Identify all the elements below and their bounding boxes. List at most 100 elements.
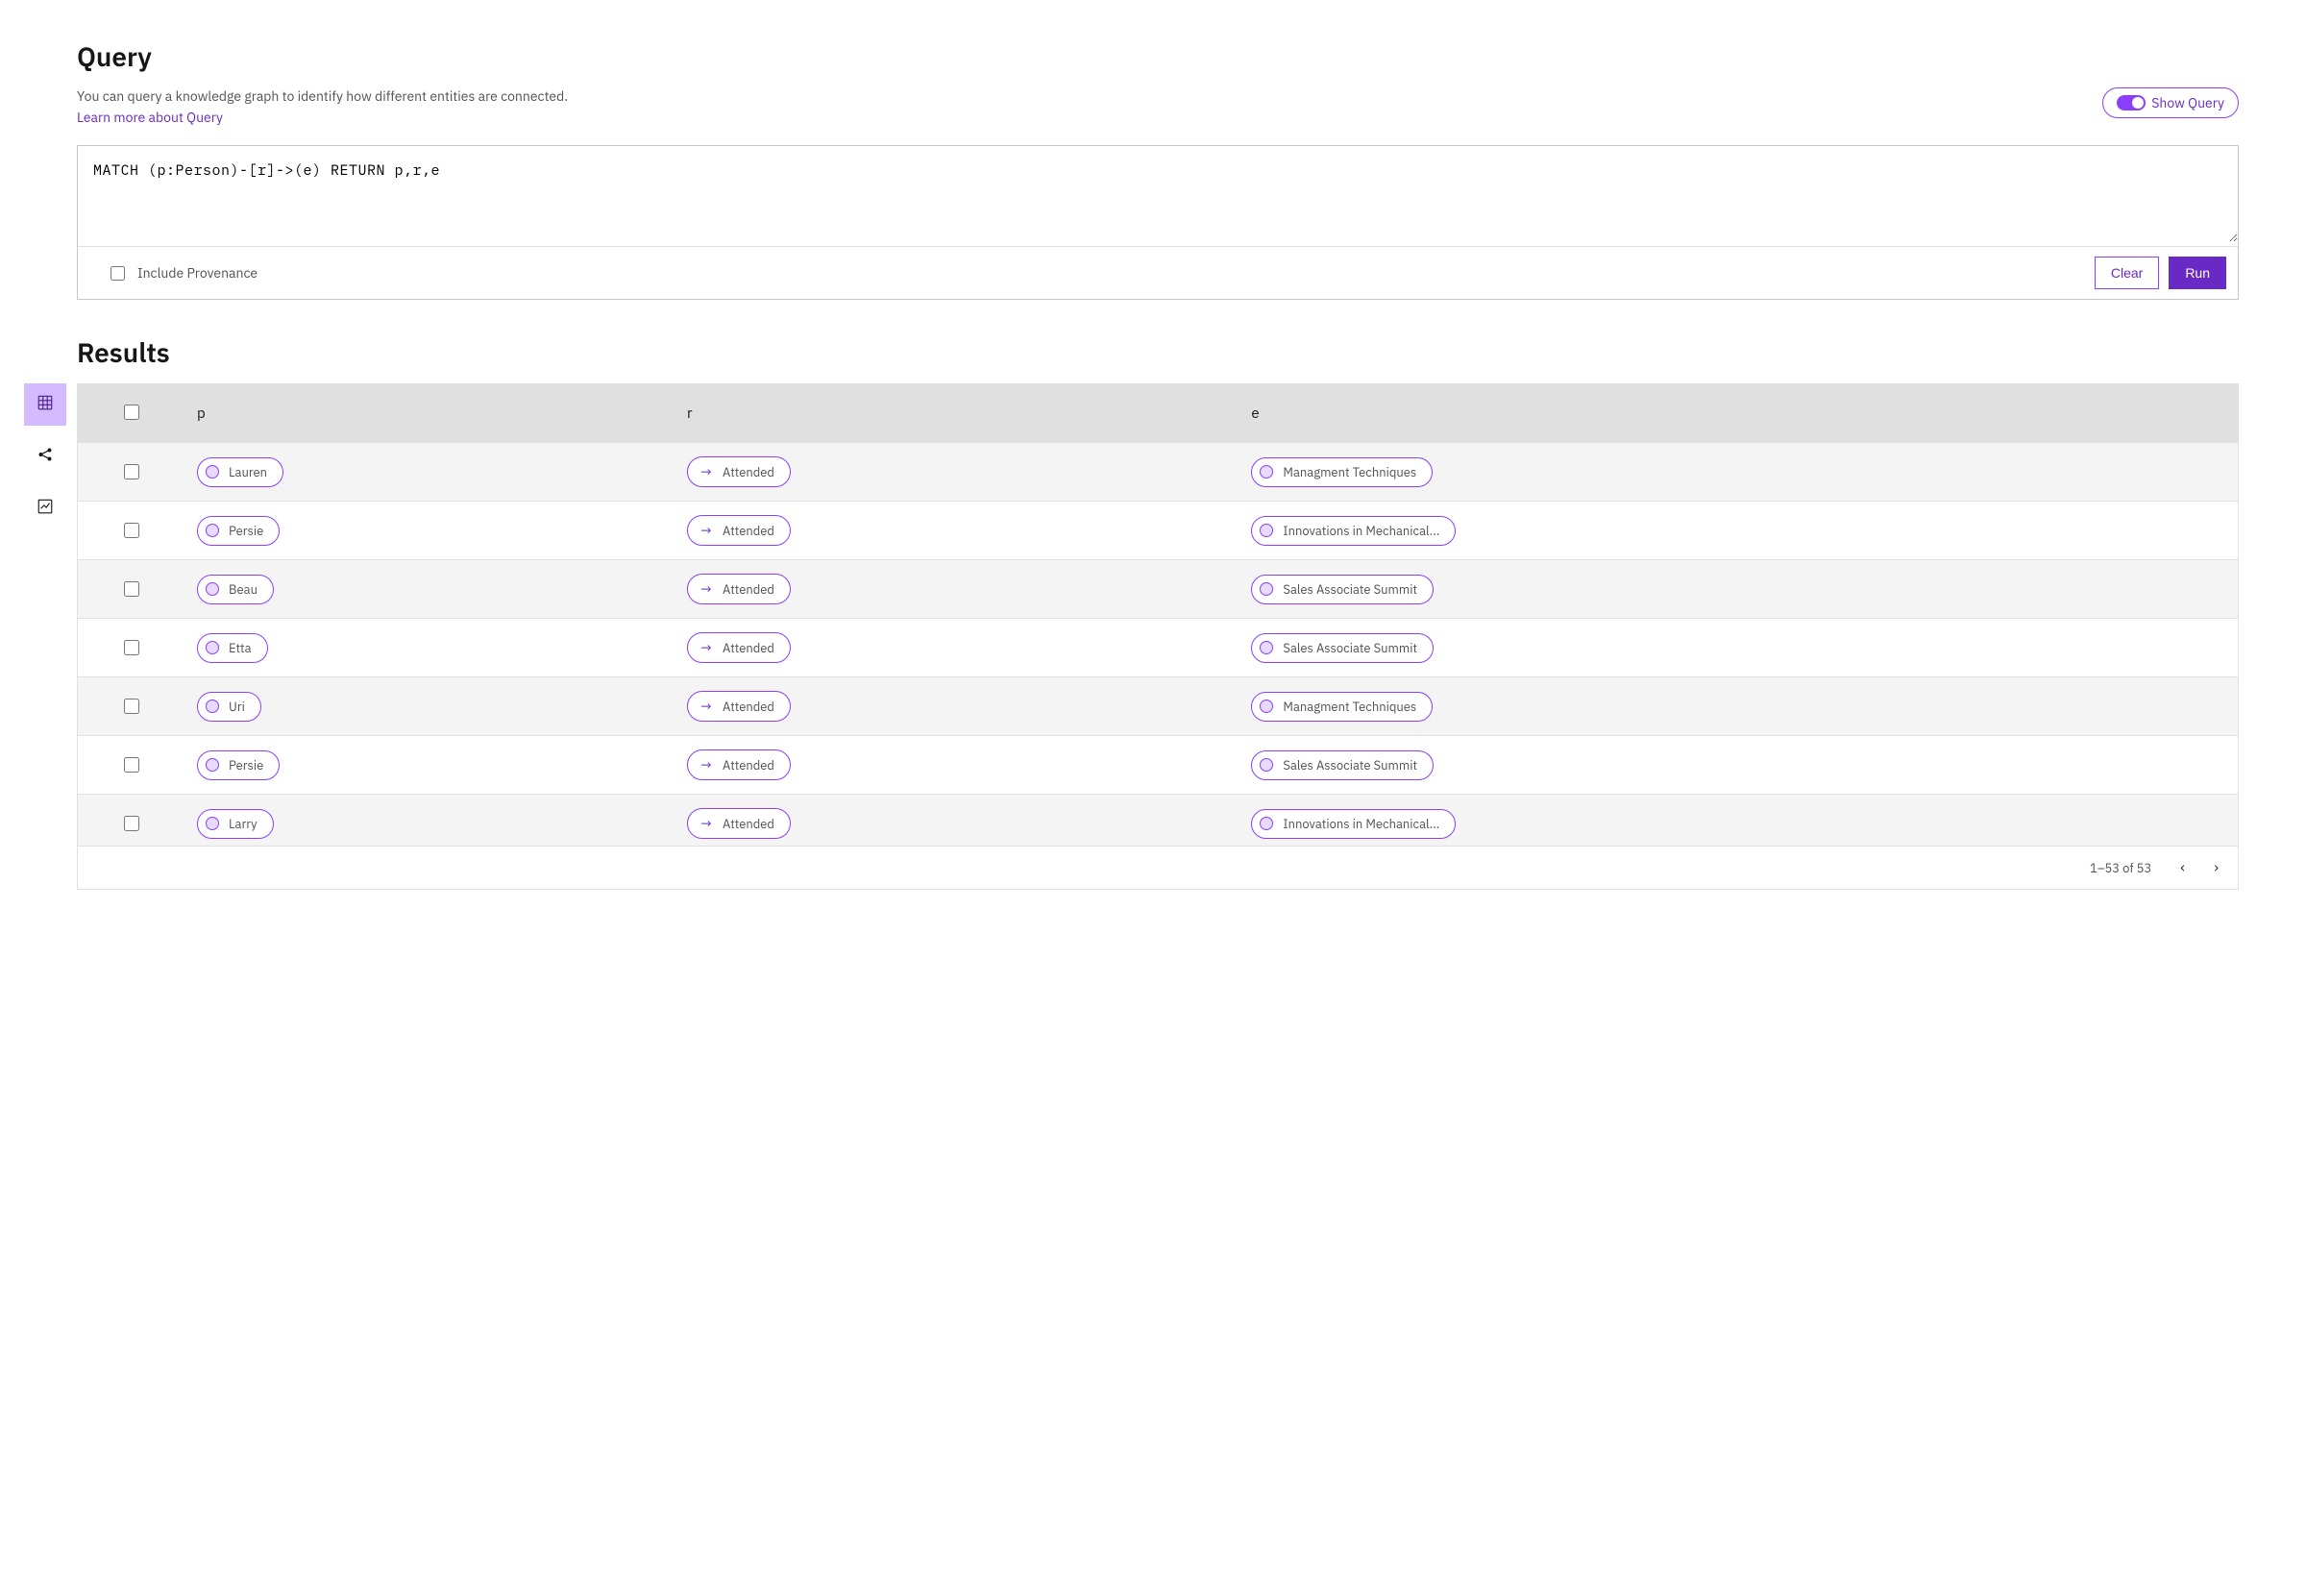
arrow-right-icon: → [699, 580, 713, 598]
relation-chip[interactable]: → Attended [687, 632, 791, 663]
select-all-checkbox[interactable] [124, 405, 139, 420]
include-provenance-input[interactable] [110, 266, 125, 281]
arrow-right-icon: → [699, 639, 713, 656]
entity-chip-event[interactable]: Sales Associate Summit [1251, 575, 1434, 604]
chip-label: Lauren [229, 464, 267, 480]
chip-label: Attended [723, 640, 774, 656]
chip-label: Sales Associate Summit [1283, 581, 1417, 598]
table-icon [37, 394, 54, 415]
show-query-toggle[interactable]: Show Query [2102, 87, 2239, 118]
entity-chip-person[interactable]: Persie [197, 750, 280, 780]
include-provenance-label: Include Provenance [137, 264, 258, 282]
entity-chip-person[interactable]: Lauren [197, 457, 283, 487]
row-checkbox[interactable] [124, 816, 139, 831]
chip-label: Persie [229, 523, 263, 539]
chip-label: Attended [723, 816, 774, 832]
entity-dot-icon [1260, 758, 1273, 772]
toggle-on-icon [2117, 95, 2146, 110]
table-row: Persie → Attended Innovations in Mechanical… [78, 502, 2238, 560]
table-row: Etta → Attended Sales Associate Summit [78, 619, 2238, 677]
row-checkbox[interactable] [124, 581, 139, 597]
chip-label: Attended [723, 581, 774, 598]
chip-label: Attended [723, 464, 774, 480]
chart-view-button[interactable] [24, 487, 66, 529]
entity-chip-person[interactable]: Uri [197, 692, 261, 722]
entity-chip-event[interactable]: Innovations in Mechanical... [1251, 809, 1456, 839]
entity-dot-icon [1260, 582, 1273, 596]
arrow-right-icon: → [699, 815, 713, 832]
arrow-right-icon: → [699, 698, 713, 715]
entity-chip-person[interactable]: Persie [197, 516, 280, 546]
relation-chip[interactable]: → Attended [687, 691, 791, 722]
show-query-label: Show Query [2151, 94, 2224, 111]
row-checkbox[interactable] [124, 699, 139, 714]
graph-icon [37, 446, 54, 467]
next-page-button[interactable]: › [2214, 858, 2219, 877]
relation-chip[interactable]: → Attended [687, 574, 791, 604]
entity-dot-icon [206, 817, 219, 830]
entity-chip-event[interactable]: Managment Techniques [1251, 457, 1433, 487]
relation-chip[interactable]: → Attended [687, 515, 791, 546]
chip-label: Persie [229, 757, 263, 773]
table-row: Persie → Attended Sales Associate Summit [78, 736, 2238, 795]
learn-more-link[interactable]: Learn more about Query [77, 109, 223, 126]
table-row: Uri → Attended Managment Techniques [78, 677, 2238, 736]
chip-label: Etta [229, 640, 252, 656]
chip-label: Sales Associate Summit [1283, 757, 1417, 773]
clear-button[interactable]: Clear [2095, 257, 2159, 289]
chip-label: Larry [229, 816, 258, 832]
entity-dot-icon [1260, 700, 1273, 713]
chip-label: Managment Techniques [1283, 464, 1416, 480]
results-table-container: p r e Lauren → Attended Managment Technique… [77, 383, 2239, 890]
entity-chip-event[interactable]: Sales Associate Summit [1251, 750, 1434, 780]
row-checkbox[interactable] [124, 523, 139, 538]
relation-chip[interactable]: → Attended [687, 808, 791, 839]
table-row: Beau → Attended Sales Associate Summit [78, 560, 2238, 619]
chevron-right-icon: › [2214, 858, 2219, 877]
arrow-right-icon: → [699, 756, 713, 773]
chip-label: Innovations in Mechanical... [1283, 523, 1439, 539]
results-title: Results [77, 334, 2239, 370]
prev-page-button[interactable]: ‹ [2180, 858, 2185, 877]
entity-dot-icon [206, 641, 219, 654]
entity-dot-icon [206, 524, 219, 537]
page-description: You can query a knowledge graph to ident… [77, 87, 568, 105]
entity-chip-person[interactable]: Larry [197, 809, 274, 839]
chip-label: Attended [723, 757, 774, 773]
entity-chip-person[interactable]: Etta [197, 633, 268, 663]
table-row: Lauren → Attended Managment Techniques [78, 443, 2238, 502]
include-provenance-checkbox[interactable]: Include Provenance [107, 263, 2085, 283]
arrow-right-icon: → [699, 522, 713, 539]
row-checkbox[interactable] [124, 640, 139, 655]
run-button[interactable]: Run [2169, 257, 2226, 289]
chart-icon [37, 498, 54, 519]
row-checkbox[interactable] [124, 757, 139, 773]
entity-dot-icon [206, 582, 219, 596]
chip-label: Attended [723, 699, 774, 715]
chip-label: Innovations in Mechanical... [1283, 816, 1439, 832]
column-header-r[interactable]: r [674, 384, 1238, 443]
entity-chip-event[interactable]: Managment Techniques [1251, 692, 1433, 722]
chip-label: Attended [723, 523, 774, 539]
chip-label: Beau [229, 581, 258, 598]
relation-chip[interactable]: → Attended [687, 456, 791, 487]
column-header-e[interactable]: e [1238, 384, 2238, 443]
entity-chip-person[interactable]: Beau [197, 575, 274, 604]
chip-label: Managment Techniques [1283, 699, 1416, 715]
row-checkbox[interactable] [124, 464, 139, 479]
page-title: Query [77, 38, 2239, 74]
table-row: Larry → Attended Innovations in Mechanical.… [78, 795, 2238, 847]
column-header-p[interactable]: p [184, 384, 674, 443]
arrow-right-icon: → [699, 463, 713, 480]
entity-chip-event[interactable]: Sales Associate Summit [1251, 633, 1434, 663]
entity-dot-icon [206, 758, 219, 772]
entity-dot-icon [1260, 817, 1273, 830]
query-textarea[interactable] [78, 146, 2238, 242]
entity-dot-icon [206, 465, 219, 479]
relation-chip[interactable]: → Attended [687, 749, 791, 780]
chip-label: Sales Associate Summit [1283, 640, 1417, 656]
entity-chip-event[interactable]: Innovations in Mechanical... [1251, 516, 1456, 546]
table-view-button[interactable] [24, 383, 66, 426]
page-range-label: 1–53 of 53 [2090, 860, 2151, 876]
graph-view-button[interactable] [24, 435, 66, 478]
